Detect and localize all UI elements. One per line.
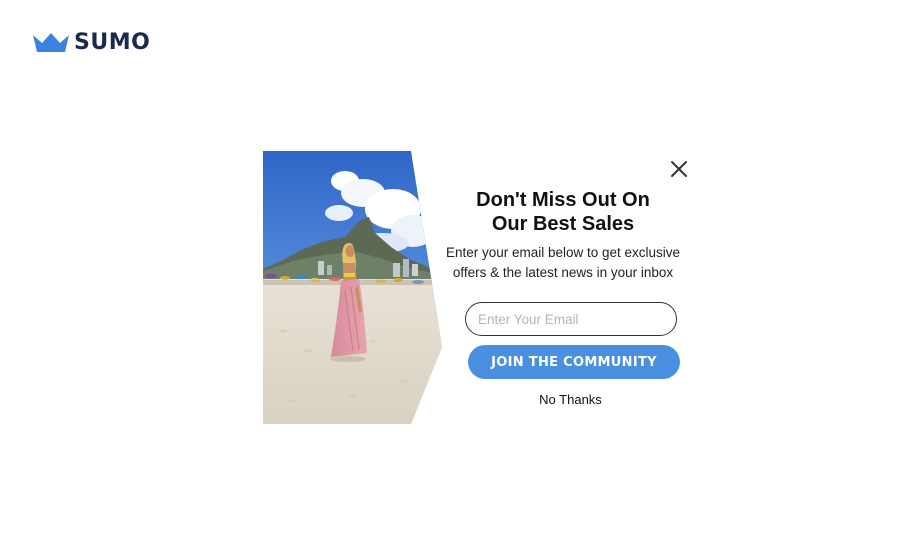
popup-headline: Don't Miss Out On Our Best Sales	[448, 188, 678, 236]
headline-line-2: Our Best Sales	[491, 213, 635, 235]
email-signup-popup: Don't Miss Out On Our Best Sales Enter y…	[263, 151, 705, 424]
sumo-logo[interactable]: SUMO	[32, 30, 150, 55]
no-thanks-link[interactable]: No Thanks	[468, 392, 673, 407]
description-line-2: offers & the latest news in your inbox	[452, 265, 674, 280]
close-icon[interactable]	[669, 159, 689, 179]
beach-photo	[263, 151, 442, 424]
email-input[interactable]	[465, 302, 677, 336]
popup-description: Enter your email below to get exclusive …	[443, 243, 683, 283]
join-community-button[interactable]: JOIN THE COMMUNITY	[468, 345, 680, 379]
crown-icon	[33, 32, 69, 52]
description-line-1: Enter your email below to get exclusive	[445, 245, 681, 260]
headline-line-1: Don't Miss Out On	[476, 189, 650, 211]
logo-text: SUMO	[74, 30, 151, 55]
page: SUMO Don't Miss Out On Our Best Sales En…	[0, 0, 900, 550]
